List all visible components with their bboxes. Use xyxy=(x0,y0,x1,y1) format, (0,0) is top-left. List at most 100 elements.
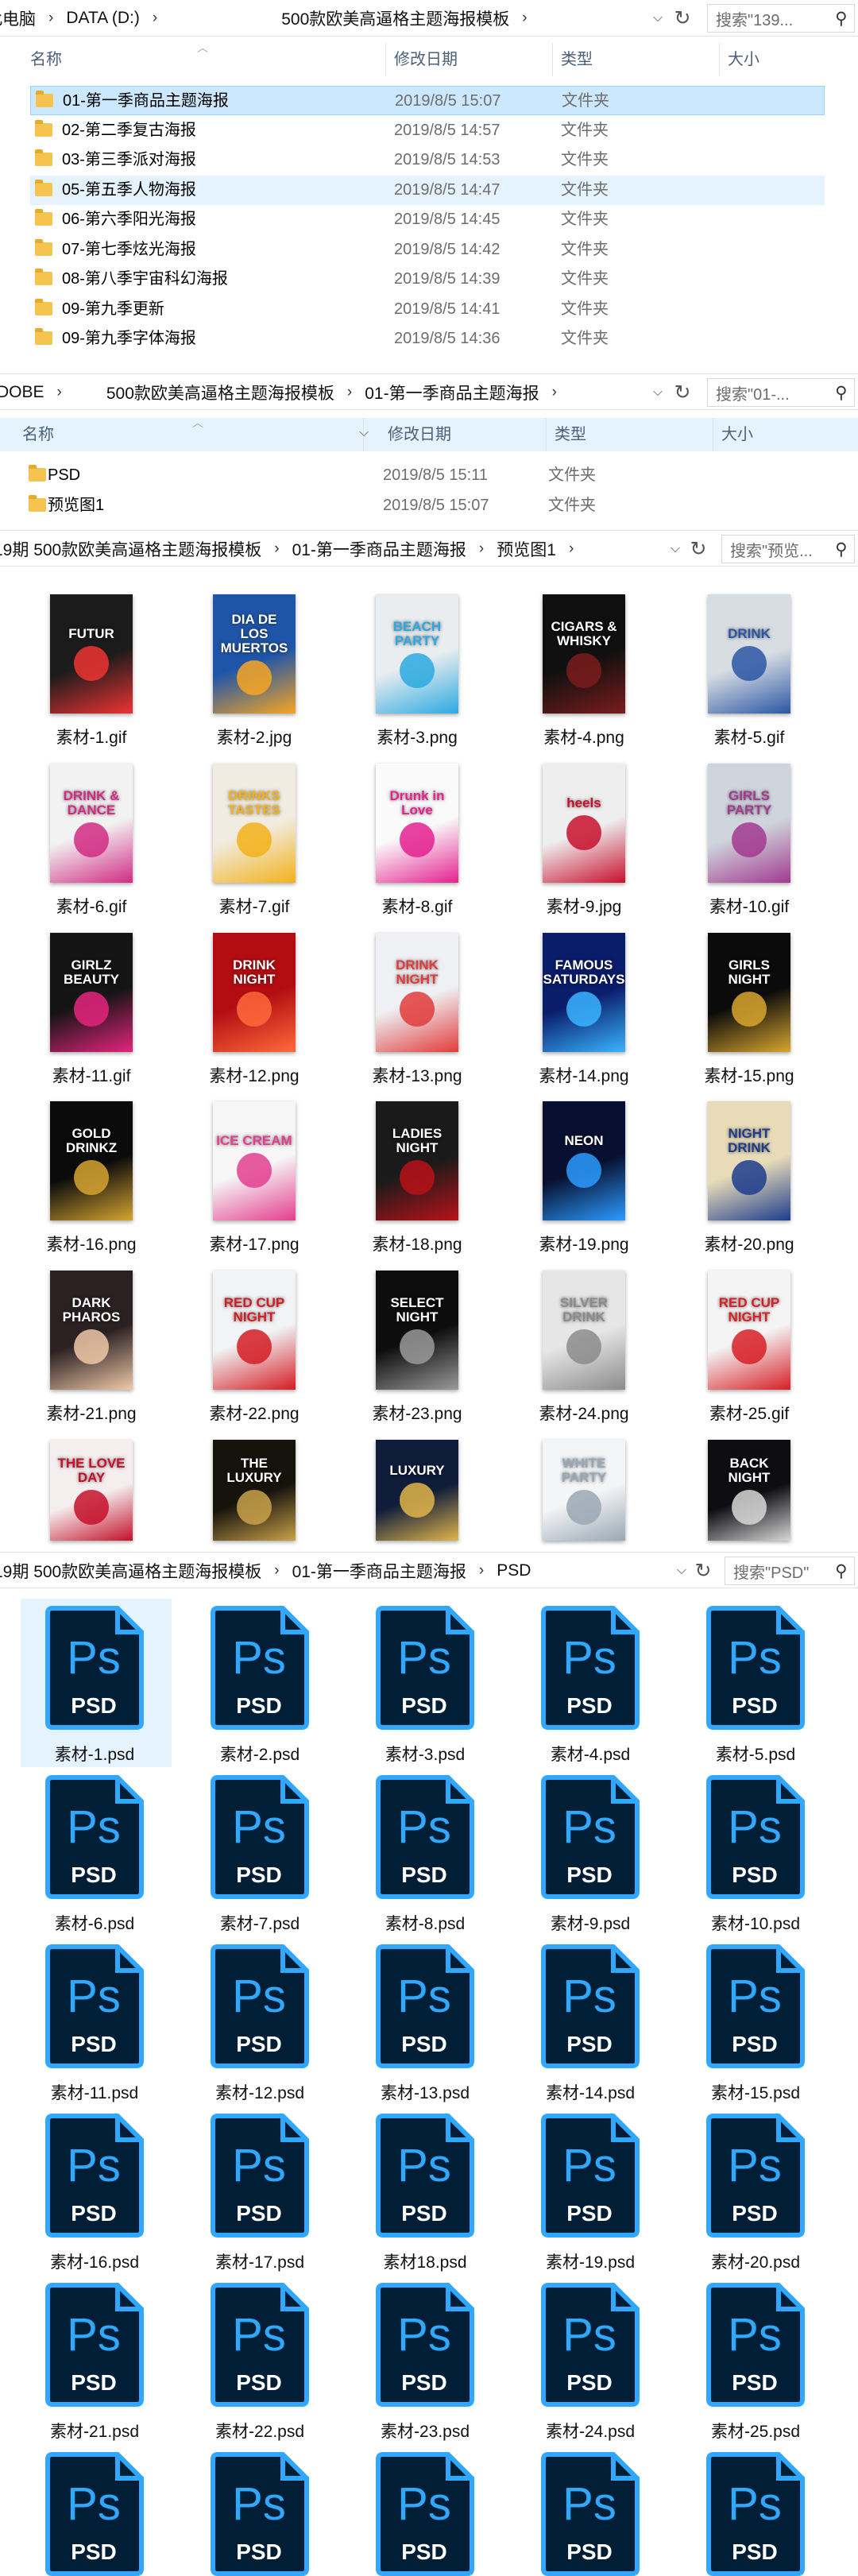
file-type: 文件夹 xyxy=(548,466,596,484)
ps-logo-text: Ps xyxy=(562,1632,616,1684)
chevron-down-icon[interactable]: ⌵ xyxy=(650,10,666,27)
folder-row[interactable]: 09-第九季字体海报 2019/8/5 14:36 文件夹 xyxy=(30,324,825,354)
folder-row[interactable]: 预览图1 2019/8/5 15:07 文件夹 xyxy=(24,491,818,520)
column-date[interactable]: 修改日期 xyxy=(380,418,547,451)
refresh-icon[interactable]: ↻ xyxy=(672,7,693,29)
chevron-right-icon[interactable]: › xyxy=(544,384,565,401)
chevron-right-icon[interactable]: › xyxy=(471,540,492,558)
chevron-right-icon[interactable]: › xyxy=(339,384,360,401)
chevron-right-icon[interactable]: › xyxy=(145,10,165,27)
search-input[interactable]: 搜索"PSD" xyxy=(733,1560,829,1583)
breadcrumb-item[interactable]: 此电脑 xyxy=(0,6,41,30)
search-input[interactable]: 搜索"01-... xyxy=(716,381,829,404)
folder-row[interactable]: 01-第一季商品主题海报 2019/8/5 15:07 文件夹 xyxy=(30,86,825,115)
search-box[interactable]: 搜索"预览... ⚲ xyxy=(721,535,855,563)
address-bar[interactable]: 19期 500款欧美高逼格主题海报模板 › 01-第一季商品主题海报 › PSD… xyxy=(0,1552,858,1588)
search-icon[interactable]: ⚲ xyxy=(829,540,854,559)
folder-row[interactable]: 06-第六季阳光海报 2019/8/5 14:45 文件夹 xyxy=(30,205,825,234)
poster-title: FAMOUS SATURDAYS xyxy=(543,957,625,987)
breadcrumb-item[interactable]: 19期 500款欧美高逼格主题海报模板 xyxy=(0,537,266,561)
breadcrumb-item[interactable]: DOBE xyxy=(0,383,49,402)
search-input[interactable]: 搜索"预览... xyxy=(730,538,829,561)
breadcrumb-item[interactable]: 01-第一季商品主题海报 xyxy=(288,537,471,561)
address-bar[interactable]: 19期 500款欧美高逼格主题海报模板 › 01-第一季商品主题海报 › 预览图… xyxy=(0,530,858,567)
address-bar[interactable]: 此电脑 › DATA (D:) › 500款欧美高逼格主题海报模板 › ⌵ ↻ … xyxy=(0,0,858,37)
poster-preview: FUTUR xyxy=(50,594,133,714)
column-type[interactable]: 类型 xyxy=(553,43,720,76)
photoshop-file-icon: Ps PSD xyxy=(375,2451,475,2576)
column-type[interactable]: 类型 xyxy=(547,418,713,451)
poster-preview: CIGARS & WHISKY xyxy=(543,594,625,714)
folder-row[interactable]: 03-第三季派对海报 2019/8/5 14:53 文件夹 xyxy=(30,145,825,175)
breadcrumb-item[interactable]: DATA (D:) xyxy=(61,9,145,28)
chevron-down-icon[interactable]: ⌵ xyxy=(667,540,683,558)
poster-preview: LADIES NIGHT xyxy=(376,1101,458,1220)
poster-graphic xyxy=(732,646,767,681)
modified-date: 2019/8/5 15:07 xyxy=(383,496,489,514)
psd-label: PSD xyxy=(732,2539,778,2564)
psd-label: PSD xyxy=(401,2370,447,2395)
file-name: 素材-2.psd xyxy=(219,1746,300,1764)
refresh-icon[interactable]: ↻ xyxy=(672,381,693,404)
search-box[interactable]: 搜索"139... ⚲ xyxy=(707,4,855,33)
breadcrumb-item[interactable]: 预览图1 xyxy=(492,537,561,561)
file-type: 文件夹 xyxy=(561,300,609,318)
folder-row[interactable]: PSD 2019/8/5 15:11 文件夹 xyxy=(24,461,818,490)
breadcrumb-item[interactable]: 01-第一季商品主题海报 xyxy=(288,1559,471,1583)
column-date[interactable]: 修改日期 xyxy=(386,43,553,76)
search-icon[interactable]: ⚲ xyxy=(829,1561,854,1581)
chevron-right-icon[interactable]: › xyxy=(514,10,535,27)
breadcrumb-item[interactable]: 19期 500款欧美高逼格主题海报模板 xyxy=(0,1559,266,1583)
chevron-down-icon[interactable]: ⌵ xyxy=(359,426,369,440)
breadcrumb-item[interactable]: 500款欧美高逼格主题海报模板 xyxy=(276,6,514,30)
refresh-icon[interactable]: ↻ xyxy=(693,1560,713,1582)
poster-title: DRINK xyxy=(728,626,771,641)
refresh-icon[interactable]: ↻ xyxy=(688,538,709,560)
file-name: 素材-20.psd xyxy=(710,2253,801,2272)
folder-icon xyxy=(35,149,52,166)
search-box[interactable]: 搜索"01-... ⚲ xyxy=(707,378,855,407)
file-name: 素材-7.gif xyxy=(218,898,290,916)
ps-logo-text: Ps xyxy=(397,2478,451,2530)
column-name[interactable]: 名称 xyxy=(22,43,386,76)
poster-graphic xyxy=(400,1482,435,1518)
chevron-right-icon[interactable]: › xyxy=(41,10,61,27)
chevron-right-icon[interactable]: › xyxy=(266,1562,287,1580)
chevron-down-icon[interactable]: ⌵ xyxy=(650,384,666,401)
breadcrumb-item[interactable]: 01-第一季商品主题海报 xyxy=(360,381,543,404)
column-name[interactable]: 名称 xyxy=(14,418,364,451)
photoshop-file-icon: Ps PSD xyxy=(210,1944,310,2069)
column-size[interactable]: 大小 xyxy=(720,43,839,76)
search-icon[interactable]: ⚲ xyxy=(829,383,854,403)
file-name: 素材-17.psd xyxy=(214,2253,305,2272)
address-bar[interactable]: DOBE › 500款欧美高逼格主题海报模板 › 01-第一季商品主题海报 › … xyxy=(0,373,858,410)
search-input[interactable]: 搜索"139... xyxy=(716,7,829,30)
folder-row[interactable]: 08-第八季宇宙科幻海报 2019/8/5 14:39 文件夹 xyxy=(30,265,825,294)
search-icon[interactable]: ⚲ xyxy=(829,9,854,29)
breadcrumb-item[interactable]: PSD xyxy=(492,1561,535,1580)
file-name: 素材-19.png xyxy=(539,1236,629,1254)
breadcrumb-item[interactable]: 500款欧美高逼格主题海报模板 xyxy=(102,381,339,404)
chevron-right-icon[interactable]: › xyxy=(471,1562,492,1580)
search-box[interactable]: 搜索"PSD" ⚲ xyxy=(725,1557,855,1585)
folder-row[interactable]: 05-第五季人物海报 2019/8/5 14:47 文件夹 xyxy=(30,175,825,205)
file-name: 素材-14.png xyxy=(539,1067,629,1085)
poster-title: NEON xyxy=(564,1133,604,1148)
ps-logo-text: Ps xyxy=(67,1801,121,1853)
poster-title: GIRLS PARTY xyxy=(726,788,772,818)
poster-preview: LUXURY xyxy=(376,1440,458,1541)
chevron-down-icon[interactable]: ⌵ xyxy=(674,1562,690,1580)
folder-row[interactable]: 07-第七季炫光海报 2019/8/5 14:42 文件夹 xyxy=(30,235,825,265)
folder-name: 07-第七季炫光海报 xyxy=(62,240,196,258)
psd-label: PSD xyxy=(236,1693,282,1718)
ps-logo-text: Ps xyxy=(562,2478,616,2530)
chevron-right-icon[interactable]: › xyxy=(49,384,70,401)
folder-row[interactable]: 09-第九季更新 2019/8/5 14:41 文件夹 xyxy=(30,295,825,324)
chevron-right-icon[interactable]: › xyxy=(561,540,582,558)
folder-row[interactable]: 02-第二季复古海报 2019/8/5 14:57 文件夹 xyxy=(30,116,825,145)
photoshop-file-icon: Ps PSD xyxy=(705,2282,806,2408)
psd-label: PSD xyxy=(236,2201,282,2226)
column-size[interactable]: 大小 xyxy=(713,418,841,451)
photoshop-file-icon: Ps PSD xyxy=(210,1605,310,1731)
chevron-right-icon[interactable]: › xyxy=(266,540,287,558)
